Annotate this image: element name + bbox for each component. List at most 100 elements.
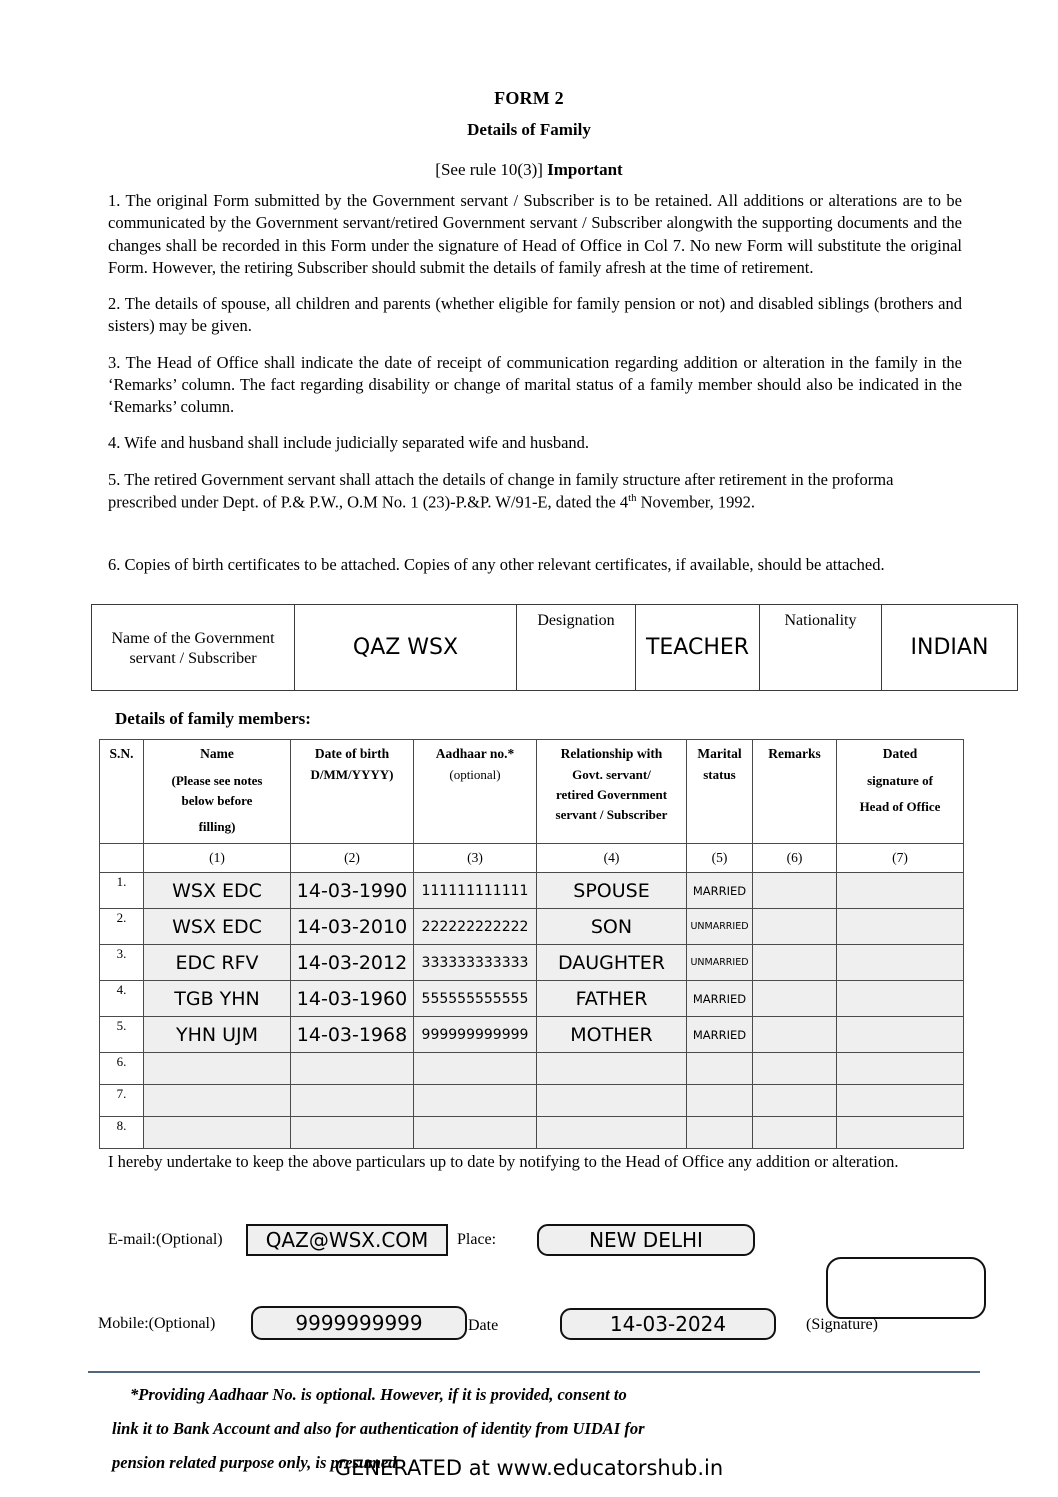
- row-name-cell[interactable]: [143, 1116, 291, 1150]
- page-title: FORM 2: [494, 88, 564, 108]
- row-aadhaar-cell[interactable]: [413, 1052, 537, 1086]
- signature-field[interactable]: [826, 1257, 986, 1319]
- row-marital-status-cell[interactable]: UNMARRIED: [686, 944, 753, 982]
- row-remarks-cell[interactable]: [752, 980, 837, 1018]
- row-relationship-cell[interactable]: SPOUSE: [536, 872, 687, 910]
- table-row: 8.: [99, 1116, 964, 1150]
- row-dob-cell[interactable]: 14-03-1990: [290, 872, 414, 910]
- mobile-field[interactable]: 9999999999: [251, 1306, 467, 1340]
- table-row: 7.: [99, 1084, 964, 1118]
- generated-by-text: GENERATED at www.educatorshub.in: [334, 1456, 724, 1480]
- column-number-6: (6): [752, 843, 837, 874]
- row-serial-number: 6.: [99, 1052, 144, 1086]
- row-dated-signature-cell[interactable]: [836, 1016, 964, 1054]
- row-dated-signature-cell[interactable]: [836, 980, 964, 1018]
- row-name-cell[interactable]: [143, 1084, 291, 1118]
- column-header-dated-l3: Head of Office: [859, 799, 941, 815]
- row-dob-cell[interactable]: [290, 1052, 414, 1086]
- row-dob-cell[interactable]: [290, 1116, 414, 1150]
- row-marital-status-cell[interactable]: MARRIED: [686, 1016, 753, 1054]
- row-aadhaar-cell[interactable]: [413, 1084, 537, 1118]
- row-dated-signature-cell[interactable]: [836, 872, 964, 910]
- row-remarks-cell[interactable]: [752, 1116, 837, 1150]
- row-remarks-cell[interactable]: [752, 944, 837, 982]
- row-remarks-cell[interactable]: [752, 872, 837, 910]
- date-field[interactable]: 14-03-2024: [560, 1308, 776, 1340]
- row-relationship-cell[interactable]: MOTHER: [536, 1016, 687, 1054]
- row-aadhaar-cell[interactable]: 333333333333: [413, 944, 537, 982]
- nationality-value[interactable]: INDIAN: [881, 604, 1018, 691]
- table-row: Name of the Government servant / Subscri…: [91, 604, 1018, 691]
- row-name-cell[interactable]: TGB YHN: [143, 980, 291, 1018]
- row-marital-status-cell[interactable]: [686, 1116, 753, 1150]
- important-label: Important: [547, 160, 623, 179]
- column-header-relationship-l2: Govt. servant/: [572, 766, 651, 782]
- row-dated-signature-cell[interactable]: [836, 944, 964, 982]
- row-relationship-cell[interactable]: [536, 1084, 687, 1118]
- row-aadhaar-cell[interactable]: 222222222222: [413, 908, 537, 946]
- row-dob-cell[interactable]: 14-03-2012: [290, 944, 414, 982]
- row-dated-signature-cell[interactable]: [836, 1052, 964, 1086]
- column-header-name-sub3: filling): [198, 819, 236, 835]
- family-members-heading: Details of family members:: [115, 709, 311, 728]
- nationality-label: Nationality: [759, 604, 882, 691]
- row-marital-status-cell[interactable]: UNMARRIED: [686, 908, 753, 946]
- column-header-remarks: Remarks: [752, 738, 837, 845]
- row-name-cell[interactable]: YHN UJM: [143, 1016, 291, 1054]
- row-relationship-cell[interactable]: SON: [536, 908, 687, 946]
- row-dated-signature-cell[interactable]: [836, 908, 964, 946]
- row-relationship-cell[interactable]: FATHER: [536, 980, 687, 1018]
- row-name-cell[interactable]: WSX EDC: [143, 872, 291, 910]
- row-marital-status-cell[interactable]: [686, 1052, 753, 1086]
- row-aadhaar-cell[interactable]: 999999999999: [413, 1016, 537, 1054]
- place-field[interactable]: NEW DELHI: [537, 1224, 755, 1256]
- column-header-aadhaar-main: Aadhaar no.*: [435, 746, 515, 761]
- row-name-cell[interactable]: [143, 1052, 291, 1086]
- row-marital-status-cell[interactable]: [686, 1084, 753, 1118]
- column-number-4: (4): [536, 843, 687, 874]
- column-header-dob: Date of birth D/MM/YYYY): [290, 738, 414, 845]
- instructions-block: 1. The original Form submitted by the Go…: [108, 190, 962, 590]
- row-remarks-cell[interactable]: [752, 1016, 837, 1054]
- instruction-note-3: 3. The Head of Office shall indicate the…: [108, 352, 962, 417]
- row-dob-cell[interactable]: 14-03-2010: [290, 908, 414, 946]
- column-header-name-sub1: (Please see notes: [171, 772, 263, 788]
- form-page: FORM 2 Details of Family [See rule 10(3)…: [0, 0, 1058, 1497]
- row-dated-signature-cell[interactable]: [836, 1084, 964, 1118]
- email-label: E-mail:(Optional): [108, 1231, 223, 1248]
- table-row: 3. EDC RFV 14-03-2012 333333333333 DAUGHTER U…: [99, 944, 964, 982]
- column-header-dated-l1: Dated: [882, 746, 918, 761]
- column-header-relationship-l3: retired Government: [555, 787, 668, 803]
- row-aadhaar-cell[interactable]: 555555555555: [413, 980, 537, 1018]
- row-serial-number: 4.: [99, 980, 144, 1018]
- row-dob-cell[interactable]: [290, 1084, 414, 1118]
- note5-part1: 5. The retired Government servant shall …: [108, 469, 894, 512]
- designation-value[interactable]: TEACHER: [635, 604, 760, 691]
- column-header-sn: S.N.: [99, 738, 144, 845]
- row-dob-cell[interactable]: 14-03-1960: [290, 980, 414, 1018]
- row-remarks-cell[interactable]: [752, 1052, 837, 1086]
- row-serial-number: 3.: [99, 944, 144, 982]
- row-marital-status-cell[interactable]: MARRIED: [686, 980, 753, 1018]
- column-header-relationship-l4: servant / Subscriber: [555, 807, 668, 823]
- column-header-aadhaar: Aadhaar no.* (optional): [413, 738, 537, 845]
- row-relationship-cell[interactable]: DAUGHTER: [536, 944, 687, 982]
- row-marital-status-cell[interactable]: MARRIED: [686, 872, 753, 910]
- row-remarks-cell[interactable]: [752, 908, 837, 946]
- row-name-cell[interactable]: EDC RFV: [143, 944, 291, 982]
- row-relationship-cell[interactable]: [536, 1052, 687, 1086]
- table-row: 1. WSX EDC 14-03-1990 111111111111 SPOUSE MAR…: [99, 872, 964, 910]
- row-aadhaar-cell[interactable]: 111111111111: [413, 872, 537, 910]
- row-dated-signature-cell[interactable]: [836, 1116, 964, 1150]
- row-relationship-cell[interactable]: [536, 1116, 687, 1150]
- servant-name-value[interactable]: QAZ WSX: [294, 604, 517, 691]
- column-header-marital: Marital status: [686, 738, 753, 845]
- row-name-cell[interactable]: WSX EDC: [143, 908, 291, 946]
- footnote-line-1: *Providing Aadhaar No. is optional. Howe…: [130, 1385, 627, 1404]
- row-dob-cell[interactable]: 14-03-1968: [290, 1016, 414, 1054]
- row-remarks-cell[interactable]: [752, 1084, 837, 1118]
- column-number-7: (7): [836, 843, 964, 874]
- row-aadhaar-cell[interactable]: [413, 1116, 537, 1150]
- mobile-label: Mobile:(Optional): [98, 1315, 216, 1332]
- email-field[interactable]: QAZ@WSX.COM: [246, 1224, 448, 1256]
